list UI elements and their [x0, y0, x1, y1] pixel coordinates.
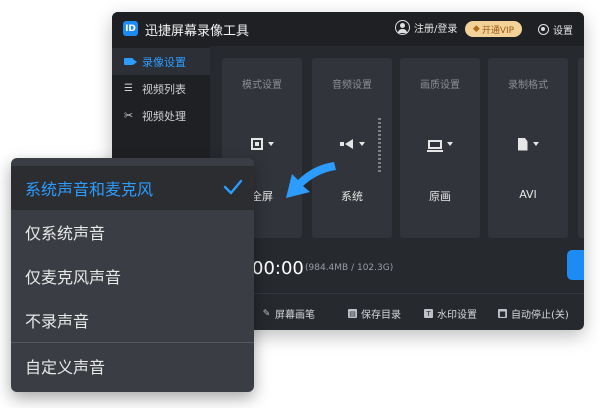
sidebar-item-record-settings[interactable]: 录像设置 [112, 48, 210, 75]
record-timer: 00:00 [252, 258, 304, 279]
format-settings-card[interactable]: 录制格式 AVI [488, 58, 568, 238]
settings-label: 设置 [553, 26, 573, 37]
bottom-toolbar: ✎ 屏幕画笔 ▤ 保存目录 T 水印设置 ■ 自动停止(关) [210, 294, 584, 330]
card-value: AVI [519, 188, 537, 201]
record-button[interactable] [567, 250, 584, 280]
camera-icon [124, 58, 137, 65]
monitor-icon [426, 139, 443, 152]
folder-icon: ▤ [348, 309, 357, 318]
option-system-and-mic[interactable]: 系统声音和麦克风 [11, 166, 254, 210]
watermark-button[interactable]: T 水印设置 [424, 306, 477, 321]
check-icon [223, 179, 243, 195]
sidebar-item-video-process[interactable]: ✂ 视频处理 [112, 102, 210, 129]
chevron-down-icon [532, 142, 539, 146]
login-label: 注册/登录 [414, 24, 458, 35]
sidebar-item-label: 录像设置 [142, 55, 186, 69]
diamond-icon: ◆ [472, 24, 480, 34]
audio-source-dropdown: 系统声音和麦克风 仅系统声音 仅麦克风声音 不录声音 自定义声音 [11, 158, 254, 392]
watermark-icon: T [424, 309, 433, 318]
pen-icon: ✎ [262, 308, 271, 319]
auto-stop-icon: ■ [498, 309, 507, 318]
login-button[interactable]: 注册/登录 [395, 20, 457, 35]
sidebar-item-label: 视频列表 [142, 82, 186, 96]
chevron-down-icon [267, 142, 274, 146]
save-folder-button[interactable]: ▤ 保存目录 [348, 306, 401, 321]
card-title: 画质设置 [420, 80, 460, 91]
speaker-icon [339, 139, 354, 149]
option-custom-audio[interactable]: 自定义声音 [11, 344, 254, 388]
audio-settings-card[interactable]: 音频设置 系统 [312, 58, 392, 238]
callout-arrow-icon [286, 162, 336, 198]
card-icon-row [400, 136, 480, 152]
vip-button[interactable]: ◆ 开通VIP [465, 21, 522, 37]
chevron-down-icon [358, 142, 365, 146]
title-bar: ID 迅捷屏幕录像工具 注册/登录 ◆ 开通VIP 设置 [112, 12, 584, 46]
tool-label: 自动停止(关) [511, 310, 569, 321]
list-icon: ☰ [124, 83, 133, 94]
file-icon [517, 137, 528, 151]
dropdown-divider [11, 342, 254, 343]
gear-icon [538, 24, 549, 35]
tool-label: 屏幕画笔 [275, 310, 315, 321]
chevron-down-icon [446, 142, 453, 146]
tool-label: 水印设置 [437, 310, 477, 321]
next-card-edge [578, 58, 584, 238]
settings-button[interactable]: 设置 [538, 22, 573, 37]
sidebar-item-video-list[interactable]: ☰ 视频列表 [112, 75, 210, 102]
option-no-audio[interactable]: 不录声音 [11, 298, 254, 342]
app-logo-icon: ID [123, 21, 138, 36]
audio-level-meter [378, 118, 381, 172]
option-system-only[interactable]: 仅系统声音 [11, 210, 254, 254]
card-title: 模式设置 [242, 80, 282, 91]
fullscreen-icon [250, 138, 263, 150]
option-label: 自定义声音 [25, 358, 106, 377]
user-icon [395, 20, 410, 35]
card-title: 音频设置 [332, 80, 372, 91]
vip-label: 开通VIP [481, 25, 515, 36]
tool-label: 保存目录 [361, 310, 401, 321]
card-icon-row [222, 136, 302, 152]
quality-settings-card[interactable]: 画质设置 原画 [400, 58, 480, 238]
card-value: 原画 [429, 190, 451, 203]
storage-info: (984.4MB / 102.3G) [305, 263, 394, 273]
option-label: 仅系统声音 [25, 224, 106, 243]
option-label: 系统声音和麦克风 [25, 180, 154, 199]
card-icon-row [488, 136, 568, 152]
screen-pen-button[interactable]: ✎ 屏幕画笔 [262, 306, 315, 322]
auto-stop-button[interactable]: ■ 自动停止(关) [498, 306, 569, 321]
app-title: 迅捷屏幕录像工具 [145, 24, 250, 39]
process-icon: ✂ [124, 109, 134, 122]
option-label: 仅麦克风声音 [25, 268, 122, 287]
card-title: 录制格式 [508, 80, 548, 91]
option-mic-only[interactable]: 仅麦克风声音 [11, 254, 254, 298]
option-label: 不录声音 [25, 312, 90, 331]
sidebar-item-label: 视频处理 [142, 109, 186, 123]
